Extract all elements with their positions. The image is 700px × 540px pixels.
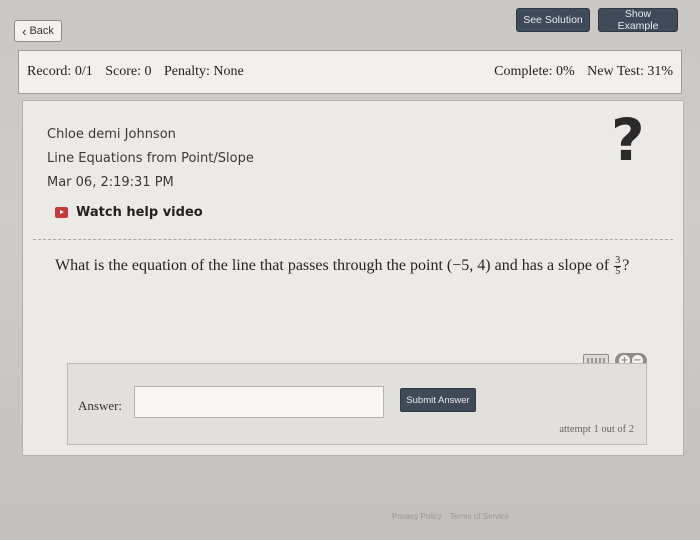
dashed-divider <box>33 239 673 240</box>
score-text: Score: 0 <box>105 64 152 79</box>
answer-input[interactable] <box>134 386 384 418</box>
chevron-left-icon: ‹ <box>22 23 27 39</box>
back-label: Back <box>29 25 54 37</box>
question-card: Chloe demi Johnson Line Equations from P… <box>22 100 684 456</box>
assignment-info: Chloe demi Johnson Line Equations from P… <box>47 123 254 195</box>
submit-answer-button[interactable]: Submit Answer <box>400 388 476 412</box>
top-bar: ‹ Back See Solution Show Example <box>0 0 700 48</box>
answer-label: Answer: <box>78 398 123 413</box>
see-solution-button[interactable]: See Solution <box>516 8 590 32</box>
slope-denominator: 5 <box>615 265 621 277</box>
answer-area: Answer: Submit Answer attempt 1 out of 2 <box>67 363 647 445</box>
footer-links: Privacy Policy Terms of Service <box>392 512 509 521</box>
slope-fraction: 35 <box>614 255 622 277</box>
privacy-policy-link[interactable]: Privacy Policy <box>392 512 442 521</box>
question-suffix: ? <box>622 257 630 274</box>
new-test-text: New Test: 31% <box>587 64 673 79</box>
terms-of-service-link[interactable]: Terms of Service <box>450 512 510 521</box>
question-text: What is the equation of the line that pa… <box>55 251 645 280</box>
back-button[interactable]: ‹ Back <box>14 20 62 42</box>
help-video-label: Watch help video <box>76 205 203 220</box>
assignment-title: Line Equations from Point/Slope <box>47 151 254 166</box>
question-point: (−5, 4) <box>446 257 491 274</box>
show-example-button[interactable]: Show Example <box>598 8 678 32</box>
question-mark-icon: ? <box>611 106 645 174</box>
penalty-text: Penalty: None <box>163 64 244 79</box>
attempt-counter: attempt 1 out of 2 <box>559 424 634 435</box>
question-middle: and has a slope of <box>490 257 614 274</box>
status-left: Record: 0/1 Score: 0 Penalty: None <box>27 64 253 80</box>
complete-text: Complete: 0% <box>494 64 575 79</box>
watch-help-video-link[interactable]: Watch help video <box>55 205 203 220</box>
timestamp: Mar 06, 2:19:31 PM <box>47 175 174 190</box>
student-name: Chloe demi Johnson <box>47 127 176 142</box>
record-text: Record: 0/1 <box>27 64 93 79</box>
status-right: Complete: 0% New Test: 31% <box>494 64 673 80</box>
question-prefix: What is the equation of the line that pa… <box>55 257 447 274</box>
play-video-icon <box>55 207 68 218</box>
status-bar: Record: 0/1 Score: 0 Penalty: None Compl… <box>18 50 682 94</box>
